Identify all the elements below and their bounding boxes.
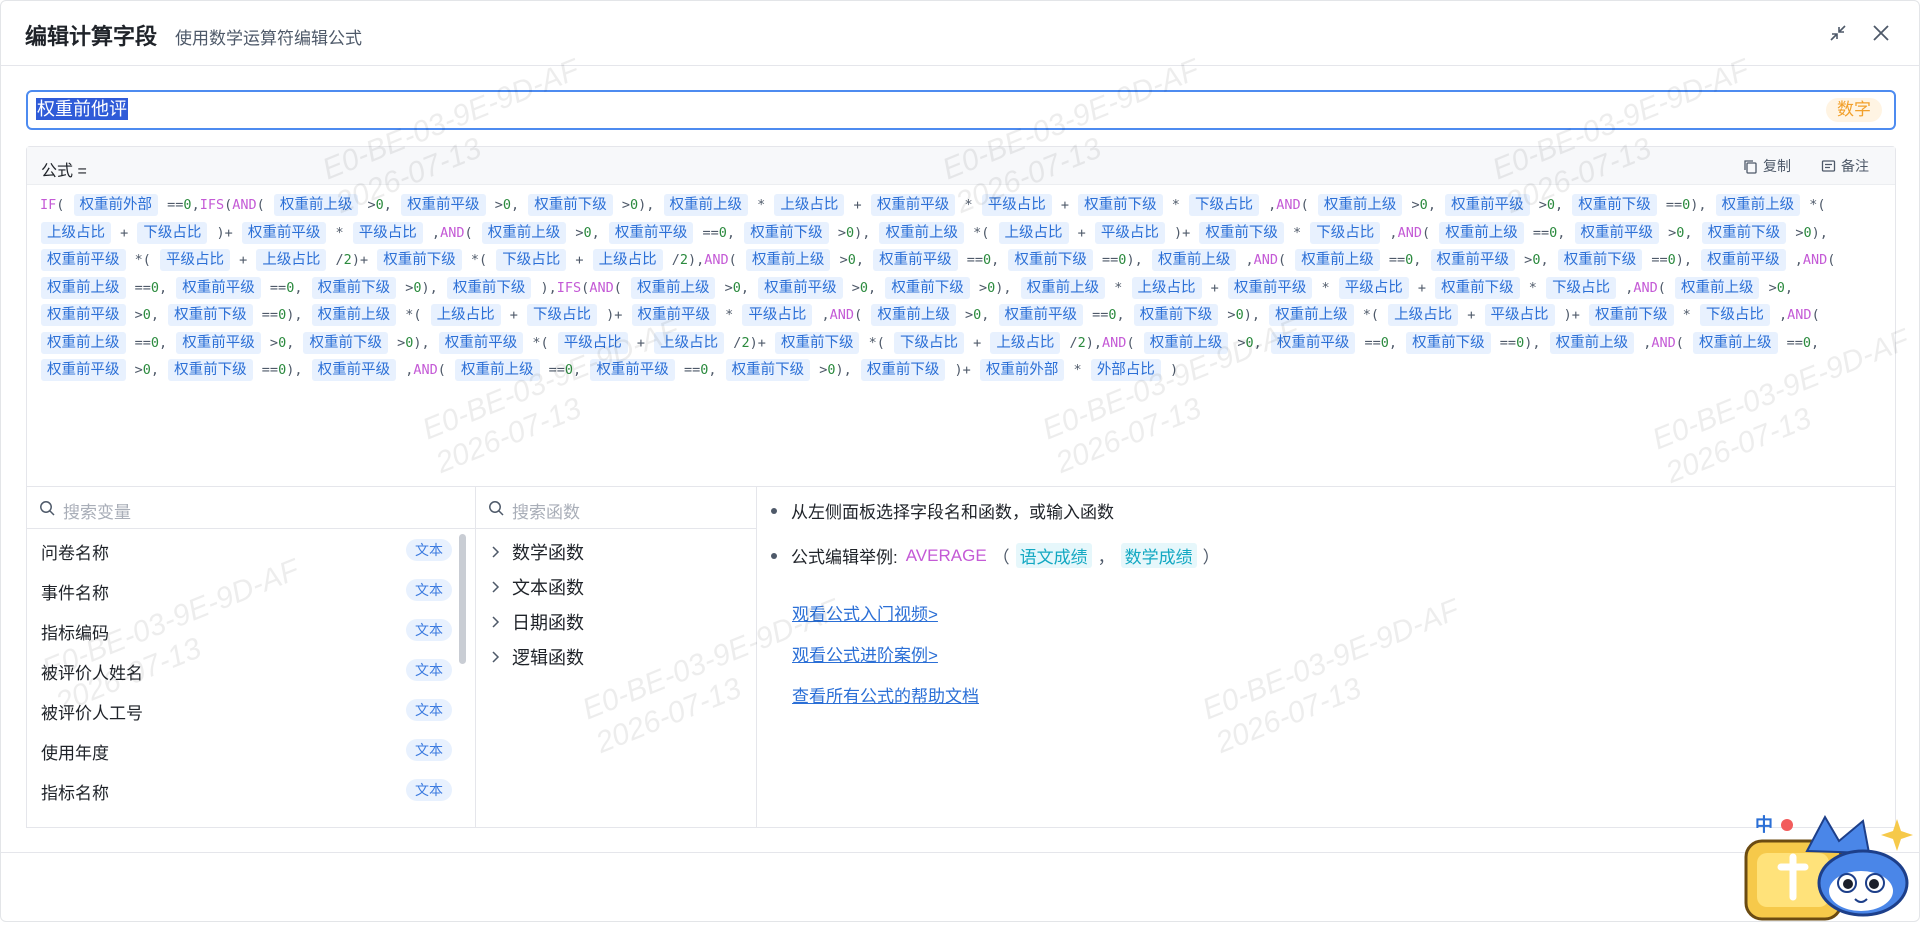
variable-name: 指标编码 <box>41 624 109 643</box>
help-tip-text: 从左侧面板选择字段名和函数，或输入函数 <box>791 503 1114 522</box>
chevron-right-icon <box>490 581 506 593</box>
dialog-header: 编辑计算字段 使用数学运算符编辑公式 <box>1 1 1919 66</box>
variable-item[interactable]: 问卷名称 文本 <box>27 530 467 570</box>
example-field-chinese: 语文成绩 <box>1015 543 1092 568</box>
variable-item[interactable]: 被评价人工号 文本 <box>27 690 467 730</box>
bullet-icon <box>771 552 777 559</box>
variables-column: 搜索变量 问卷名称 文本 事件名称 文本 指标编码 文本 被评价人姓名 文本 被… <box>27 487 476 827</box>
function-group-text[interactable]: 文本函数 <box>490 572 584 602</box>
example-paren-close: ） <box>1202 548 1220 567</box>
copy-label: 复制 <box>1763 158 1791 174</box>
example-label: 公式编辑举例: <box>791 548 898 567</box>
function-group-label: 数学函数 <box>512 543 584 563</box>
chevron-right-icon <box>490 546 506 558</box>
variable-name: 事件名称 <box>41 584 109 603</box>
variable-type-badge: 文本 <box>406 619 452 641</box>
formula-code[interactable]: IF( 权重前外部 ==0,IFS(AND( 权重前上级 >0, 权重前平级 >… <box>40 192 1885 385</box>
variable-type-badge: 文本 <box>406 539 452 561</box>
minimize-icon[interactable] <box>1824 19 1852 47</box>
example-separator: ， <box>1097 548 1115 567</box>
assistant-mascot-icon[interactable]: 中 <box>1743 811 1919 921</box>
copy-button[interactable]: 复制 <box>1743 156 1791 176</box>
function-group-label: 文本函数 <box>512 578 584 598</box>
variable-search-input[interactable]: 搜索变量 <box>63 498 131 523</box>
variable-type-badge: 文本 <box>406 579 452 601</box>
variable-name: 被评价人姓名 <box>41 664 143 683</box>
advanced-cases-link[interactable]: 观看公式进阶案例> <box>792 641 938 666</box>
help-tip: 从左侧面板选择字段名和函数，或输入函数 <box>771 498 1114 523</box>
function-group-logic[interactable]: 逻辑函数 <box>490 642 584 672</box>
variable-item[interactable]: 被评价人姓名 文本 <box>27 650 467 690</box>
footer-divider <box>1 852 1919 853</box>
variable-name: 使用年度 <box>41 744 109 763</box>
variable-list-scrollbar[interactable] <box>459 534 466 664</box>
field-type-badge: 数字 <box>1826 98 1882 122</box>
example-paren-open: （ <box>992 548 1010 567</box>
variable-name: 问卷名称 <box>41 544 109 563</box>
example-function: AVERAGE <box>905 545 987 565</box>
chevron-right-icon <box>490 651 506 663</box>
variable-type-badge: 文本 <box>406 739 452 761</box>
example-field-math: 数学成绩 <box>1120 543 1197 568</box>
function-group-label: 日期函数 <box>512 613 584 633</box>
note-icon <box>1821 159 1836 172</box>
intro-video-link[interactable]: 观看公式入门视频> <box>792 600 938 625</box>
variable-list: 问卷名称 文本 事件名称 文本 指标编码 文本 被评价人姓名 文本 被评价人工号 <box>27 530 475 828</box>
formula-helper-panel: 搜索变量 问卷名称 文本 事件名称 文本 指标编码 文本 被评价人姓名 文本 被… <box>26 486 1896 828</box>
variable-type-badge: 文本 <box>406 699 452 721</box>
copy-icon <box>1744 159 1757 174</box>
variable-name: 被评价人工号 <box>41 704 143 723</box>
function-search[interactable]: 搜索函数 <box>476 487 756 529</box>
variable-item[interactable]: 使用年度 文本 <box>27 730 467 770</box>
edit-calculated-field-dialog: 编辑计算字段 使用数学运算符编辑公式 权重前他评 数字 公式 = 复制 备注 I… <box>0 0 1920 922</box>
variable-item[interactable]: 事件名称 文本 <box>27 570 467 610</box>
variable-type-badge: 文本 <box>406 659 452 681</box>
functions-column: 搜索函数 数学函数 文本函数 日期函数 逻辑函数 <box>476 487 757 827</box>
note-label: 备注 <box>1841 158 1869 174</box>
formula-label: 公式 = <box>41 163 87 180</box>
help-example: 公式编辑举例: AVERAGE （ 语文成绩 ， 数学成绩 ） <box>771 543 1226 568</box>
help-column: 从左侧面板选择字段名和函数，或输入函数 公式编辑举例: AVERAGE （ 语文… <box>757 487 1895 827</box>
variable-search[interactable]: 搜索变量 <box>27 487 475 529</box>
variable-type-badge: 文本 <box>406 779 452 801</box>
variable-name: 指标名称 <box>41 784 109 803</box>
bullet-icon <box>771 507 777 514</box>
help-docs-link[interactable]: 查看所有公式的帮助文档 <box>792 682 979 707</box>
variable-item[interactable]: 指标编码 文本 <box>27 610 467 650</box>
search-icon <box>489 501 504 516</box>
field-name-input[interactable]: 权重前他评 数字 <box>26 90 1896 130</box>
formula-header: 公式 = 复制 备注 <box>27 147 1895 185</box>
function-group-math[interactable]: 数学函数 <box>490 537 584 567</box>
function-group-date[interactable]: 日期函数 <box>490 607 584 637</box>
search-icon <box>40 501 55 516</box>
variable-item[interactable]: 指标名称 文本 <box>27 770 467 810</box>
dialog-title: 编辑计算字段 <box>25 24 158 49</box>
function-group-label: 逻辑函数 <box>512 648 584 668</box>
formula-editor[interactable]: 公式 = 复制 备注 IF( 权重前外部 ==0,IFS(AND( 权重前上级 … <box>26 146 1896 486</box>
dialog-subtitle: 使用数学运算符编辑公式 <box>175 29 362 48</box>
field-name-value[interactable]: 权重前他评 <box>36 98 128 120</box>
chevron-right-icon <box>490 616 506 628</box>
note-button[interactable]: 备注 <box>1821 156 1869 176</box>
svg-text:中: 中 <box>1755 814 1773 836</box>
function-search-input[interactable]: 搜索函数 <box>512 498 580 523</box>
close-icon[interactable] <box>1867 19 1895 47</box>
